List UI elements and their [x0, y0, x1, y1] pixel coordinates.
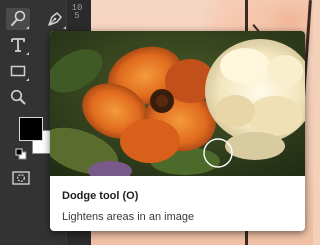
default-colors-icon: [15, 148, 27, 160]
rectangle-tool-button[interactable]: [6, 60, 30, 82]
dodge-icon: [11, 10, 26, 26]
tooltip-preview-image: [50, 31, 305, 176]
type-icon: [11, 38, 25, 52]
tooltip-description: Lightens areas in an image: [62, 211, 195, 223]
type-tool-button[interactable]: [6, 34, 30, 56]
tool-tooltip: Dodge tool (O) Lightens areas in an imag…: [50, 31, 305, 231]
zoom-tool-button[interactable]: [6, 86, 30, 108]
quick-mask-icon: [12, 171, 30, 185]
default-colors-button[interactable]: [15, 147, 27, 160]
dodge-tool-button[interactable]: [6, 8, 30, 30]
foreground-color-swatch[interactable]: [19, 117, 43, 141]
zoom-icon: [10, 89, 26, 105]
pen-tool-button[interactable]: [43, 8, 67, 30]
rectangle-icon: [10, 65, 26, 77]
pen-icon: [48, 12, 62, 26]
ruler-number: 105: [71, 3, 83, 21]
quick-mask-button[interactable]: [11, 170, 31, 186]
tooltip-title: Dodge tool (O): [62, 190, 139, 202]
